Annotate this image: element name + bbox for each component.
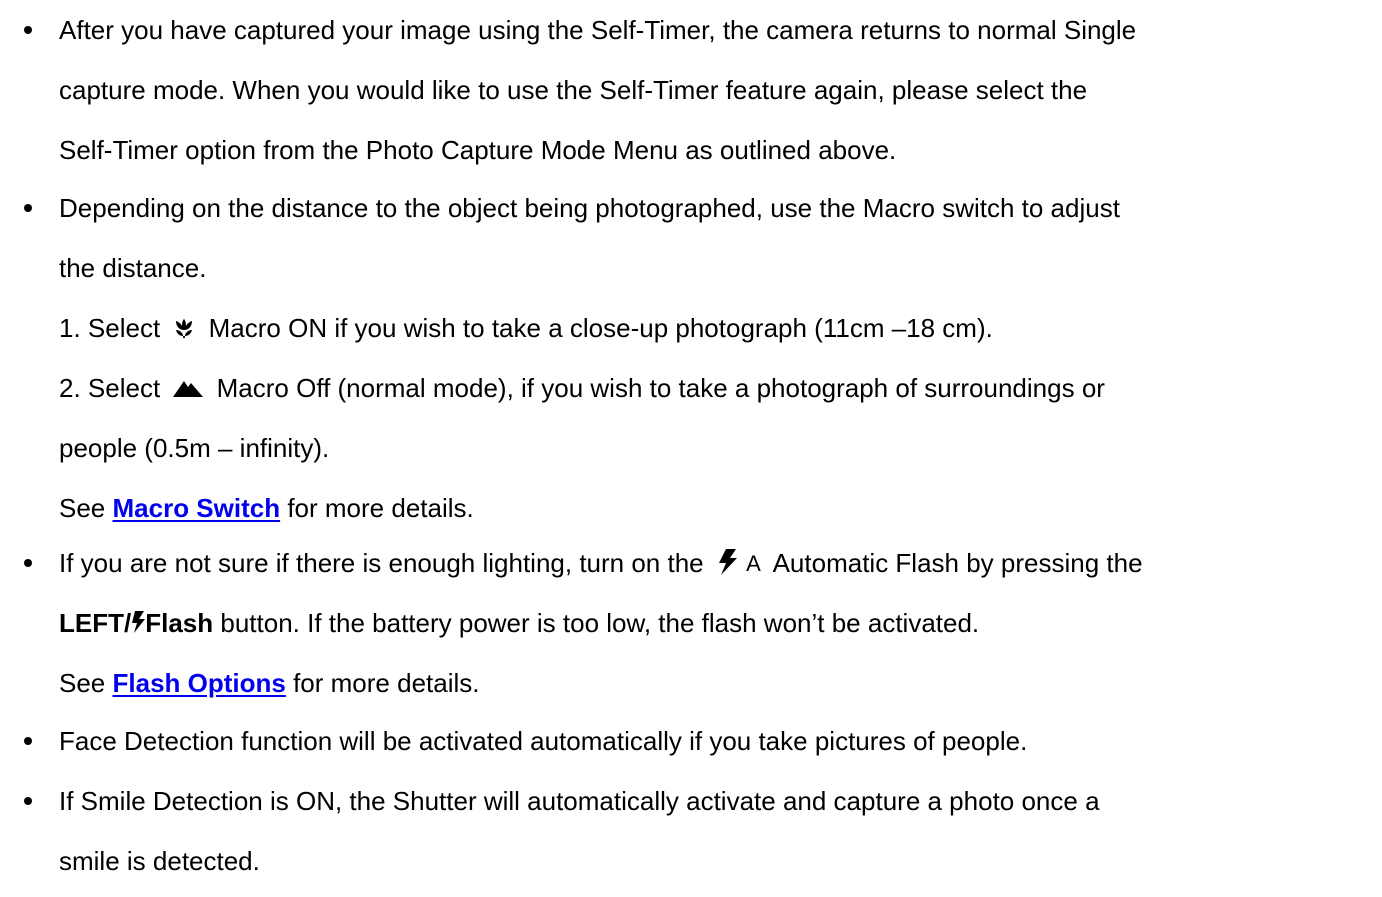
flash-line-suffix: Automatic Flash by pressing the: [772, 548, 1143, 578]
manual-page: After you have captured your image using…: [0, 0, 1382, 897]
see-prefix: See: [59, 668, 106, 698]
macro-flower-icon: [173, 317, 195, 339]
text-line: After you have captured your image using…: [59, 15, 1137, 45]
flash-line-rest: button. If the battery power is too low,…: [220, 608, 980, 638]
macro-off-text: Macro Off (normal mode), if you wish to …: [216, 373, 1105, 403]
macro-switch-link[interactable]: Macro Switch: [113, 493, 281, 523]
see-prefix: See: [59, 493, 106, 523]
text-line: smile is detected.: [59, 846, 260, 876]
see-macro-line: See Macro Switch for more details.: [59, 478, 1382, 538]
auto-flash-line: If you are not sure if there is enough l…: [59, 533, 1382, 593]
see-suffix: for more details.: [293, 668, 480, 698]
flash-icon: [131, 611, 146, 634]
auto-flash-letter: A: [746, 551, 761, 577]
macro-on-line: 1. Select Macro ON if you wish to take a…: [59, 298, 1382, 358]
bullet-item-smile-detection: If Smile Detection is ON, the Shutter wi…: [0, 771, 1382, 891]
macro-on-text: Macro ON if you wish to take a close-up …: [208, 313, 993, 343]
bullet-item-flash: If you are not sure if there is enough l…: [0, 533, 1382, 713]
flash-line-prefix: If you are not sure if there is enough l…: [59, 548, 704, 578]
left-flash-line: LEFT/Flash button. If the battery power …: [59, 593, 1382, 653]
text-line: people (0.5m – infinity).: [59, 433, 330, 463]
text-line: capture mode. When you would like to use…: [59, 75, 1088, 105]
macro-off-line: 2. Select Macro Off (normal mode), if yo…: [59, 358, 1382, 418]
see-flash-line: See Flash Options for more details.: [59, 653, 1382, 713]
auto-flash-icon: A: [717, 530, 761, 592]
text-line: Face Detection function will be activate…: [59, 726, 1028, 756]
macro-mountain-icon: [173, 378, 204, 398]
macro-off-prefix: 2. Select: [59, 373, 161, 403]
text-line: the distance.: [59, 253, 207, 283]
text-line: Self-Timer option from the Photo Capture…: [59, 135, 897, 165]
flash-button-label: Flash: [145, 608, 214, 638]
flash-options-link[interactable]: Flash Options: [113, 668, 286, 698]
text-line: Depending on the distance to the object …: [59, 193, 1120, 223]
text-line: If Smile Detection is ON, the Shutter wi…: [59, 786, 1100, 816]
bullet-item-self-timer: After you have captured your image using…: [0, 0, 1382, 180]
bullet-item-face-detection: Face Detection function will be activate…: [0, 711, 1382, 771]
see-suffix: for more details.: [287, 493, 474, 523]
left-button-label: LEFT/: [59, 608, 132, 638]
macro-on-prefix: 1. Select: [59, 313, 161, 343]
bullet-item-macro: Depending on the distance to the object …: [0, 178, 1382, 538]
